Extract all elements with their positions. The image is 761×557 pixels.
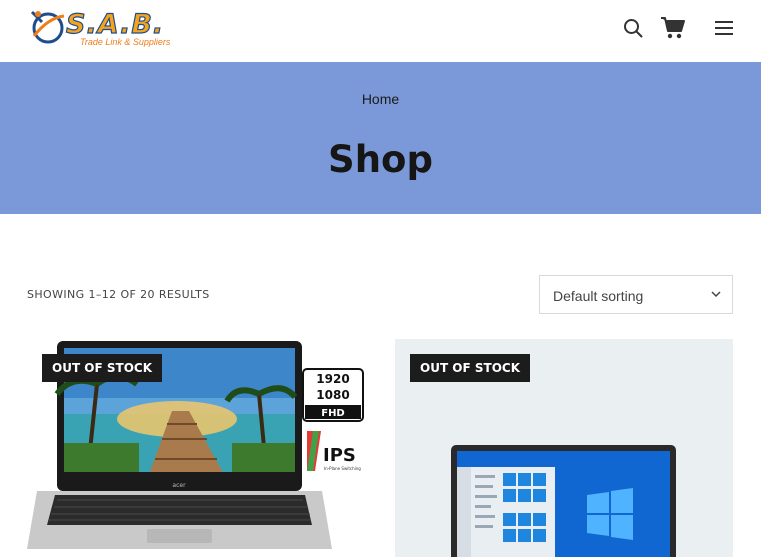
brand-label: acer: [172, 482, 186, 489]
resolution-top-label: 1920: [316, 372, 349, 386]
logo-emblem-icon: [30, 10, 65, 44]
menu-button[interactable]: [710, 14, 738, 42]
panel-type-label: IPS: [323, 445, 356, 466]
logo-title: S.A.B.: [65, 8, 165, 40]
result-count: SHOWING 1–12 OF 20 RESULTS: [27, 288, 210, 301]
search-button[interactable]: [619, 14, 647, 42]
site-header: S.A.B. Trade Link & Suppliers: [0, 0, 761, 62]
resolution-tag-label: FHD: [321, 408, 345, 419]
menu-icon: [715, 21, 733, 35]
out-of-stock-badge: OUT OF STOCK: [42, 354, 163, 382]
cart-icon: [661, 17, 685, 39]
out-of-stock-badge: OUT OF STOCK: [410, 354, 531, 382]
sorting-select[interactable]: Default sorting: [539, 275, 733, 314]
logo-subtitle: Trade Link & Suppliers: [80, 37, 171, 47]
sorting-selected-value: Default sorting: [553, 288, 644, 304]
cart-button[interactable]: [659, 14, 687, 42]
product-card[interactable]: OUT OF STOCK: [395, 339, 733, 557]
chevron-down-icon: [711, 291, 721, 298]
resolution-bottom-label: 1080: [316, 388, 349, 402]
breadcrumb: Home: [0, 91, 761, 107]
product-card[interactable]: acer 1920 1080 FHD IPS In-Plane Switchin…: [27, 339, 365, 557]
page-hero: Home Shop: [0, 62, 761, 214]
page-title: Shop: [328, 138, 433, 181]
breadcrumb-home-link[interactable]: Home: [362, 91, 399, 107]
search-icon: [624, 19, 643, 38]
panel-type-sub-label: In-Plane Switching: [324, 466, 361, 471]
site-logo[interactable]: S.A.B. Trade Link & Suppliers: [28, 6, 171, 50]
